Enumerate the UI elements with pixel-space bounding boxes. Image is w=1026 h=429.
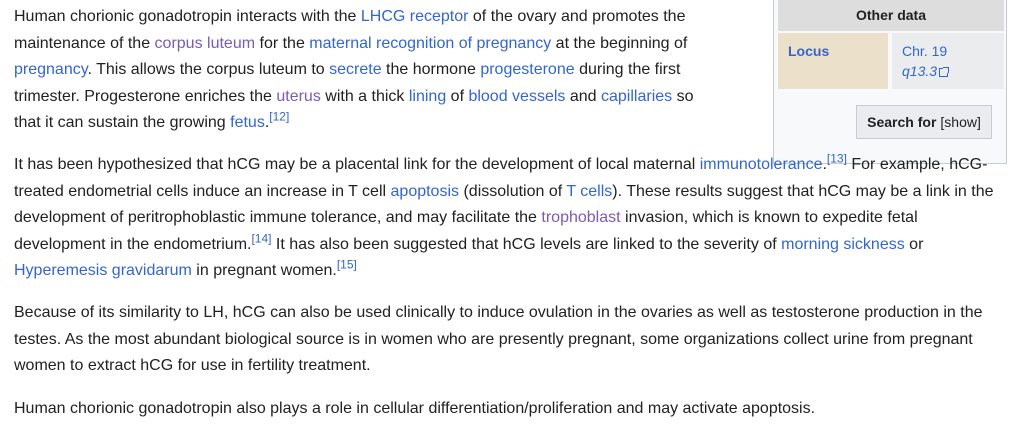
text: the hormone: [381, 61, 481, 78]
link-secrete[interactable]: secrete: [329, 61, 381, 78]
search-for-label: Search for: [867, 114, 937, 130]
link-progesterone[interactable]: progesterone: [480, 61, 574, 78]
text: in pregnant women.: [191, 262, 337, 279]
paragraph-lhcg: Human chorionic gonadotropin interacts w…: [14, 4, 714, 137]
band-text: q13.3: [902, 63, 938, 79]
link-pregnancy[interactable]: pregnancy: [14, 61, 88, 78]
link-corpus-luteum[interactable]: corpus luteum: [155, 35, 256, 52]
link-morning-sickness[interactable]: morning sickness: [781, 236, 905, 253]
paragraph-clinical-use: Because of its similarity to LH, hCG can…: [14, 304, 983, 374]
text: It has also been suggested that hCG leve…: [271, 235, 782, 253]
citation-link[interactable]: [15]: [337, 258, 357, 272]
text: with a thick: [320, 87, 409, 105]
text: or: [904, 235, 924, 253]
citation-15[interactable]: [15]: [337, 258, 357, 272]
link-maternal-recognition[interactable]: maternal recognition of pregnancy: [309, 35, 551, 52]
citation-link[interactable]: [14]: [251, 231, 271, 245]
citation-link[interactable]: [12]: [269, 110, 289, 124]
citation-12[interactable]: [12]: [269, 110, 289, 124]
link-blood-vessels[interactable]: blood vessels: [468, 88, 565, 105]
infobox: Other data Locus Chr. 19 q13.3 Search fo…: [773, 0, 1007, 164]
band-link[interactable]: q13.3: [902, 63, 950, 79]
citation-13[interactable]: [13]: [827, 152, 847, 166]
text: Human chorionic gonadotropin interacts w…: [14, 8, 361, 25]
external-link-icon: [939, 67, 950, 77]
citation-link[interactable]: [13]: [827, 152, 847, 166]
infobox-header: Other data: [778, 0, 1004, 31]
link-trophoblast[interactable]: trophoblast: [541, 209, 620, 226]
citation-14[interactable]: [14]: [251, 231, 271, 245]
link-immunotolerance[interactable]: immunotolerance: [700, 156, 823, 173]
text: for the: [255, 34, 310, 52]
link-capillaries[interactable]: capillaries: [601, 88, 672, 105]
locus-label[interactable]: Locus: [778, 33, 888, 89]
link-apoptosis[interactable]: apoptosis: [391, 183, 460, 200]
link-hyperemesis-gravidarum[interactable]: Hyperemesis gravidarum: [14, 262, 192, 279]
link-lining[interactable]: lining: [409, 88, 446, 105]
link-lhcg-receptor[interactable]: LHCG receptor: [361, 8, 469, 25]
paragraph-differentiation: Human chorionic gonadotropin also plays …: [14, 400, 816, 417]
link-t-cells[interactable]: T cells: [566, 183, 612, 200]
locus-value: Chr. 19 q13.3: [892, 33, 1004, 89]
text: and: [565, 87, 601, 105]
text: at the beginning of: [551, 34, 688, 52]
search-for-toggle[interactable]: Search for [show]: [856, 105, 992, 139]
link-fetus[interactable]: fetus: [230, 114, 265, 131]
show-toggle[interactable]: [show]: [940, 114, 980, 130]
text: . This allows the corpus luteum to: [87, 61, 330, 78]
chromosome-link[interactable]: Chr. 19: [902, 43, 947, 59]
text: (dissolution of: [459, 182, 567, 200]
link-uterus[interactable]: uterus: [276, 88, 320, 105]
paragraph-immunotolerance: It has been hypothesized that hCG may be…: [14, 152, 999, 285]
text: It has been hypothesized that hCG may be…: [14, 156, 700, 173]
text: of: [446, 87, 469, 105]
